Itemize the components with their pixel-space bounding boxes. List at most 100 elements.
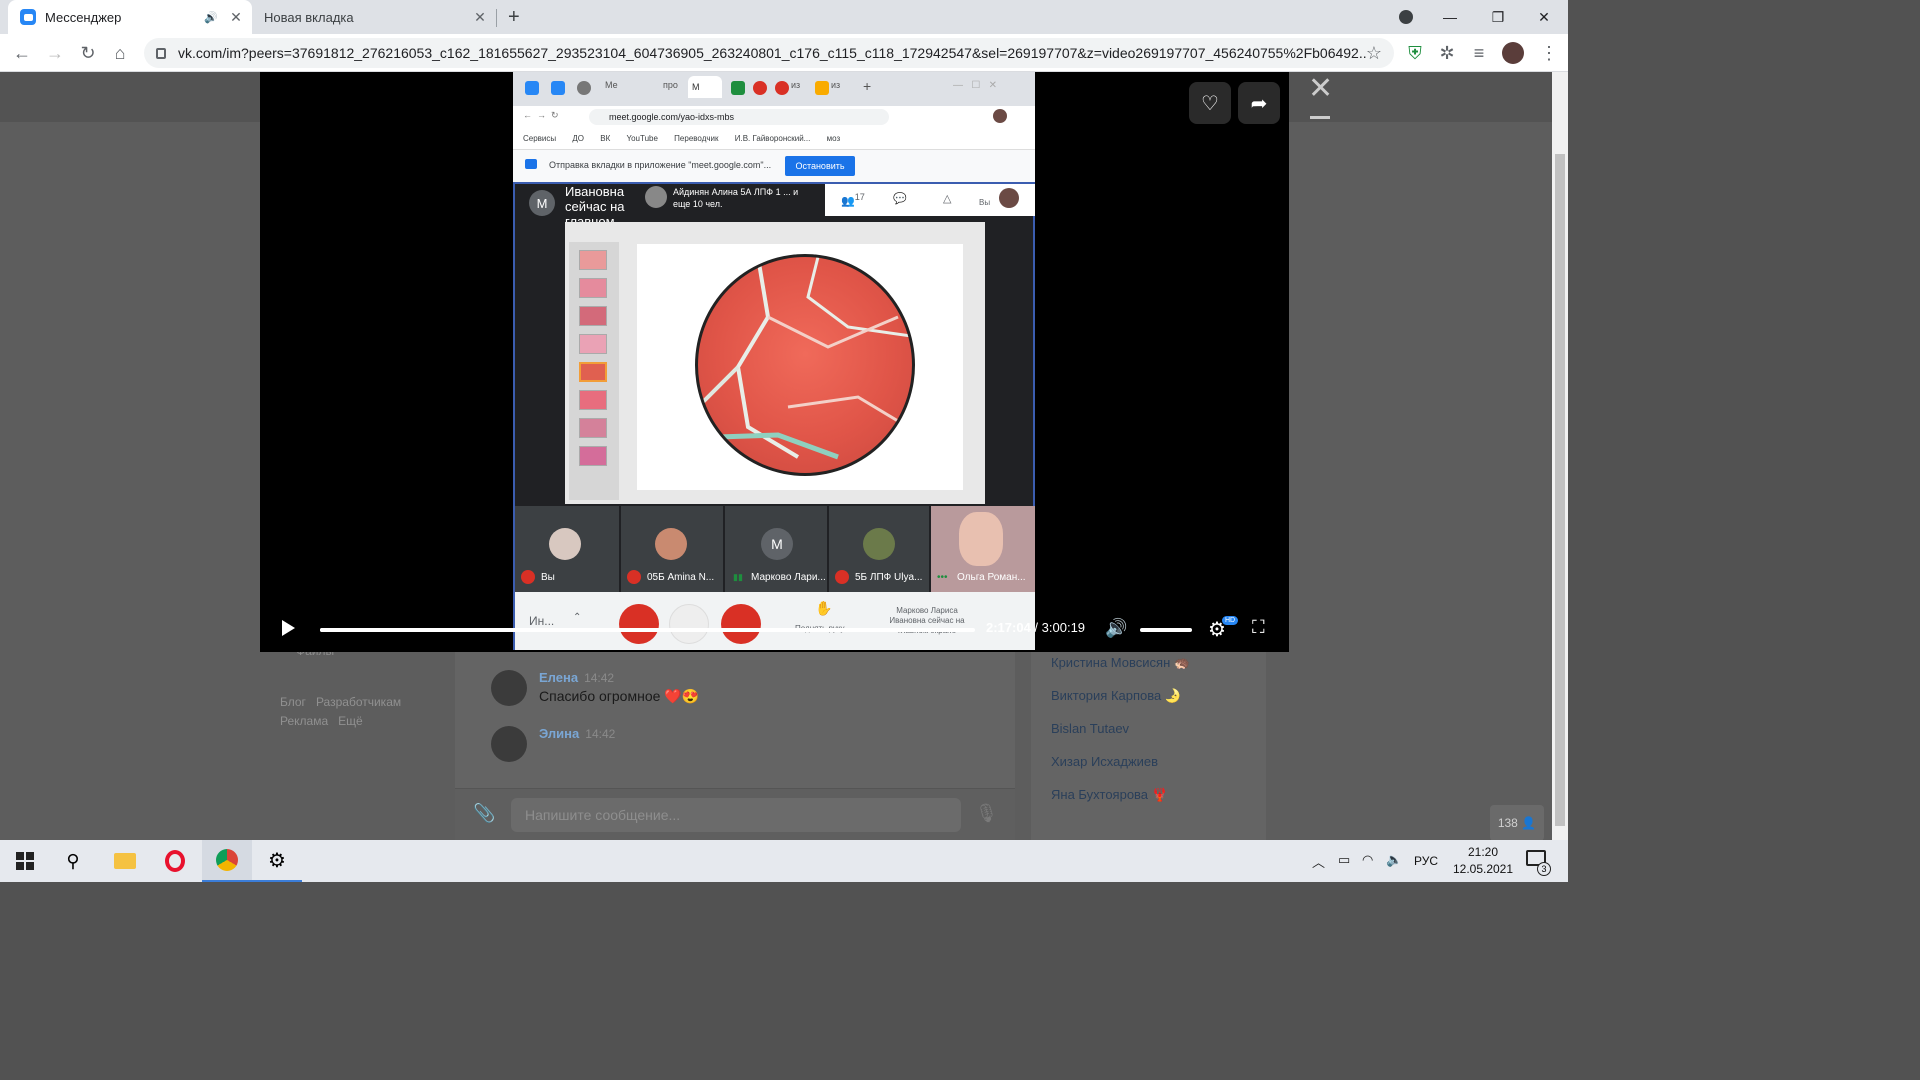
inner-tab-label: Ме (605, 80, 618, 90)
wifi-icon[interactable]: ◠ (1362, 852, 1373, 868)
new-tab-button[interactable]: + (508, 6, 520, 29)
language-indicator[interactable]: РУС (1414, 854, 1438, 868)
avatar: M (761, 528, 793, 560)
speaking-icon: ▮▮ (733, 572, 743, 582)
developers-link[interactable]: Разработчикам (316, 695, 401, 709)
extensions-icon[interactable]: ✲ (1434, 40, 1460, 66)
menu-icon[interactable]: ⋮ (1536, 40, 1562, 66)
tab-bar: Мессенджер 🔊 ✕ Новая вкладка ✕ + — ❐ ✕ (0, 0, 1568, 34)
avatar[interactable] (491, 726, 527, 762)
speaker-icon[interactable]: 🔊 (204, 11, 218, 24)
windows-start-icon[interactable] (0, 840, 50, 882)
notifications-count: 3 (1537, 862, 1551, 876)
current-time: 2:17:04 (986, 620, 1031, 635)
page-scrollbar[interactable] (1552, 72, 1568, 840)
inner-tab-icon (753, 81, 767, 95)
bookmark: И.В. Гайворонский... (734, 134, 811, 143)
slide-canvas (637, 244, 963, 490)
time-display: 2:17:04 / 3:00:19 (986, 620, 1086, 635)
inner-tab-label: про (663, 80, 678, 90)
browser-toolbar: ← → ↻ ⌂ vk.com/im?peers=37691812_2762160… (0, 34, 1568, 72)
shared-screen (565, 222, 985, 504)
play-button[interactable] (282, 620, 295, 636)
close-tab-icon[interactable]: ✕ (470, 9, 490, 26)
share-button[interactable]: ➦ (1238, 82, 1280, 124)
volume-tray-icon[interactable]: 🔈 (1386, 852, 1402, 868)
inner-tab-icon (551, 81, 565, 95)
message: Элина 14:42 (491, 726, 615, 762)
like-button[interactable]: ♡ (1189, 82, 1231, 124)
shield-extension-icon[interactable]: ⛨ (1402, 40, 1428, 66)
scroll-thumb[interactable] (1555, 154, 1565, 826)
microphone-icon[interactable]: 🎙 (975, 803, 998, 824)
meet-top-bar: M Ивановна сейчас на главном экране Айди… (515, 184, 1035, 244)
minimize-button[interactable]: — (1430, 0, 1470, 34)
members-count: 138 (1497, 816, 1518, 830)
micrograph-image (695, 254, 915, 476)
forward-button[interactable]: → (42, 40, 68, 66)
inner-tab-active: М (688, 76, 722, 98)
inner-tab-label: из (791, 80, 801, 90)
address-bar[interactable]: vk.com/im?peers=37691812_276216053_c162_… (144, 38, 1394, 68)
tab-new-tab[interactable]: Новая вкладка ✕ (252, 0, 496, 34)
close-tab-icon[interactable]: ✕ (226, 9, 246, 26)
person-icon: 👤 (1521, 816, 1537, 830)
vk-messenger-icon (20, 9, 36, 25)
close-video-icon[interactable]: ✕ (1308, 74, 1333, 104)
settings-icon[interactable]: ⚙ (252, 840, 302, 882)
meet-toolbar: 👥17 💬 △ Вы (825, 184, 1035, 216)
member-item[interactable]: Яна Бухтоярова 🦞 (1031, 779, 1266, 812)
bookmark-star-icon[interactable]: ☆ (1366, 43, 1382, 64)
muted-mic-icon (835, 570, 849, 584)
volume-slider[interactable] (1140, 628, 1192, 632)
member-item[interactable]: Bislan Tutaev (1031, 713, 1266, 746)
avatar[interactable] (491, 670, 527, 706)
member-item[interactable]: Хизар Исхаджиев (1031, 746, 1266, 779)
message-time: 14:42 (585, 727, 616, 741)
inner-profile-avatar (993, 109, 1007, 123)
reload-button[interactable]: ↻ (75, 40, 101, 66)
player-controls: 2:17:04 / 3:00:19 🔊 ⚙ HD ⛶ (260, 610, 1289, 652)
members-count-badge[interactable]: 138 👤 (1490, 805, 1544, 841)
tab-messenger[interactable]: Мессенджер 🔊 ✕ (8, 0, 252, 34)
sender-name[interactable]: Елена (539, 670, 578, 685)
tab-search-icon[interactable] (1392, 0, 1420, 34)
attach-icon[interactable]: 📎 (473, 803, 495, 824)
opera-icon[interactable] (150, 840, 200, 882)
file-explorer-icon[interactable] (100, 840, 150, 882)
message-time: 14:42 (584, 671, 615, 685)
progress-bar[interactable] (320, 628, 975, 632)
inner-window-controls: — ☐ ✕ (953, 80, 998, 91)
back-button[interactable]: ← (9, 40, 35, 66)
search-icon[interactable]: ⚲ (48, 840, 98, 882)
participant-video-tile: ••• Ольга Роман... (931, 506, 1035, 592)
participant-name: 5Б ЛПФ Ulya... (855, 572, 923, 583)
restore-button[interactable]: ❐ (1478, 0, 1518, 34)
more-link[interactable]: Ещё (338, 714, 363, 728)
blog-link[interactable]: Блог (280, 695, 306, 709)
close-window-button[interactable]: ✕ (1524, 0, 1564, 34)
tray-chevron-icon[interactable]: ︿ (1312, 852, 1325, 871)
ads-link[interactable]: Реклама (280, 714, 328, 728)
bookmark: ДО (572, 134, 585, 143)
member-item[interactable]: Виктория Карпова 🌛 (1031, 680, 1266, 713)
participant-tile: 05Б Amina N... (621, 506, 723, 592)
tab-separator (496, 9, 497, 27)
message-input[interactable]: Напишите сообщение... (511, 798, 961, 832)
minimize-video-icon[interactable] (1310, 116, 1330, 119)
video-player[interactable]: Ме про М из из + — ☐ ✕ ← → ↻ meet.google… (260, 72, 1289, 652)
home-button[interactable]: ⌂ (107, 40, 133, 66)
avatar (549, 528, 581, 560)
clock[interactable]: 21:20 12.05.2021 (1452, 844, 1514, 878)
chrome-icon[interactable] (202, 840, 252, 882)
sender-name[interactable]: Элина (539, 726, 579, 741)
media-queue-icon[interactable]: ≡ (1466, 40, 1492, 66)
stop-cast-button: Остановить (785, 156, 855, 176)
tab-title: Мессенджер (45, 9, 122, 25)
volume-icon[interactable]: 🔊 (1105, 618, 1127, 639)
inner-url: meet.google.com/yao-idxs-mbs (589, 109, 889, 125)
message-composer: 📎 Напишите сообщение... 🎙 (455, 788, 1015, 840)
fullscreen-icon[interactable]: ⛶ (1252, 617, 1265, 638)
profile-avatar[interactable] (1500, 40, 1526, 66)
battery-icon[interactable]: ▭ (1338, 852, 1350, 868)
